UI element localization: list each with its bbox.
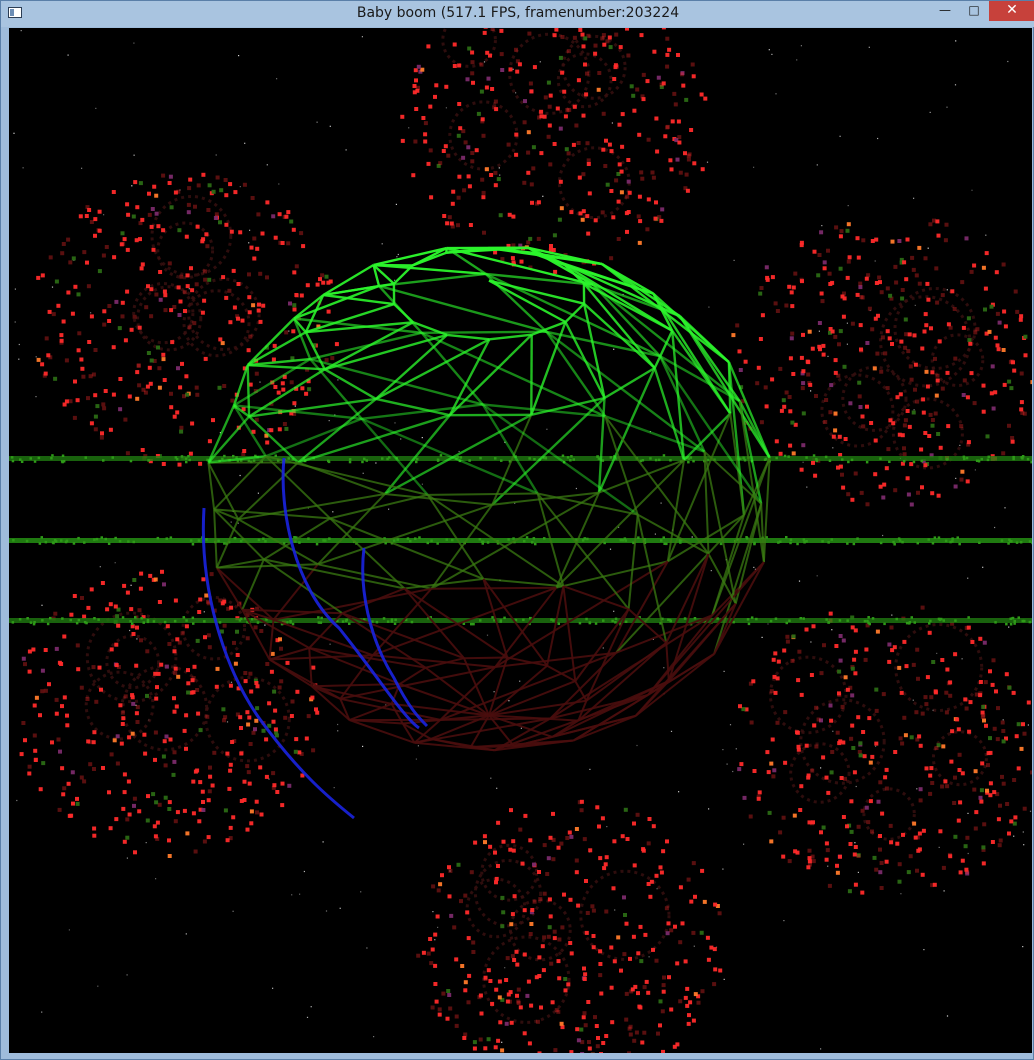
window-title: Baby boom (517.1 FPS, framenumber:203224 [356, 5, 680, 21]
title-bar[interactable]: Baby boom (517.1 FPS, framenumber:203224… [1, 1, 1034, 27]
ground-lines [9, 454, 1032, 626]
maximize-icon: □ [968, 3, 980, 17]
minimize-button[interactable]: — [931, 1, 959, 21]
scene-graphics [9, 28, 1032, 1053]
render-canvas[interactable] [9, 28, 1032, 1053]
wireframe-sphere [201, 246, 771, 820]
close-icon: ✕ [1006, 2, 1018, 18]
close-button[interactable]: ✕ [989, 1, 1034, 21]
minimize-icon: — [939, 3, 951, 17]
app-window: Baby boom (517.1 FPS, framenumber:203224… [0, 0, 1034, 1060]
maximize-button[interactable]: □ [961, 1, 987, 21]
